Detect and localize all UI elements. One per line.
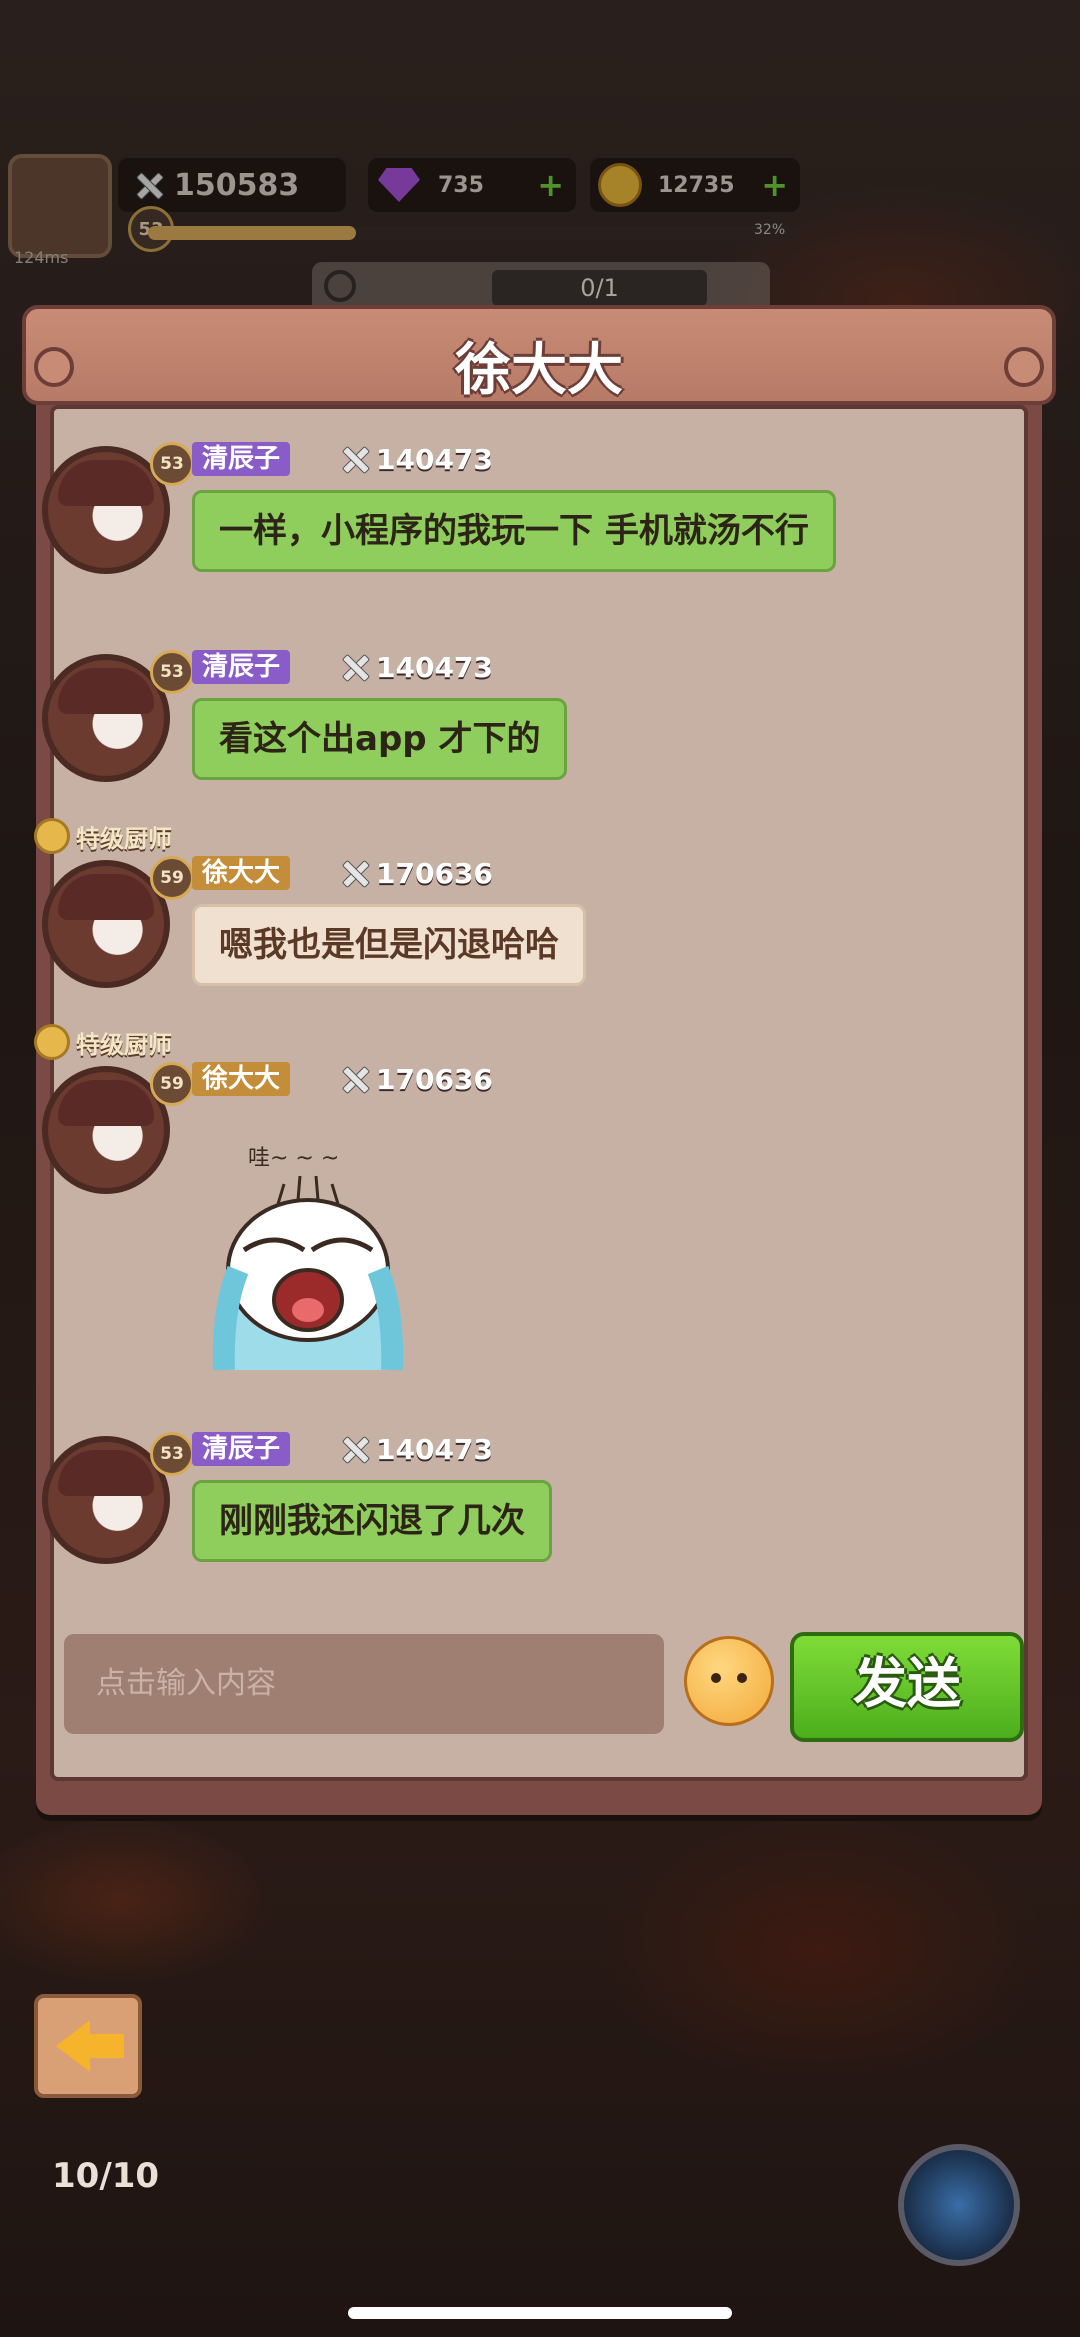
crying-face-icon	[212, 1175, 404, 1370]
sender-power: 140473	[340, 648, 493, 686]
sender-name: 徐大大	[192, 1062, 291, 1096]
back-arrow-icon	[56, 2020, 90, 2072]
level-badge: 53	[150, 1432, 194, 1476]
level-badge: 53	[150, 442, 194, 486]
power-value: 170636	[376, 856, 493, 890]
title-label: 特级厨师	[76, 824, 172, 853]
sender-power: 140473	[340, 1430, 493, 1468]
back-arrow-shaft	[86, 2034, 124, 2058]
message-bubble: 嗯我也是但是闪退哈哈	[192, 904, 586, 986]
swords-icon	[340, 1434, 370, 1464]
title-tag: 特级厨师	[34, 1024, 172, 1060]
message-bubble: 刚刚我还闪退了几次	[192, 1480, 552, 1562]
message-bubble: 看这个出app 才下的	[192, 698, 568, 780]
sender-power: 170636	[340, 854, 493, 892]
portal-icon[interactable]	[898, 2144, 1020, 2266]
level-badge: 53	[150, 650, 194, 694]
power-value: 140473	[376, 442, 493, 476]
swords-icon	[340, 858, 370, 888]
scroll-ornament-right-icon	[1004, 347, 1044, 387]
title-tag: 特级厨师	[34, 818, 172, 854]
sender-power: 140473	[340, 440, 493, 478]
sender-name: 清辰子	[192, 442, 291, 476]
sender-power: 170636	[340, 1060, 493, 1098]
chat-title: 徐大大	[455, 338, 623, 403]
party-count: 10/10	[52, 2156, 160, 2196]
level-badge: 59	[150, 1062, 194, 1106]
home-indicator[interactable]	[348, 2307, 732, 2319]
chat-message: 特级厨师 59 徐大大 170636 哇~ ~ ~	[34, 1024, 962, 1386]
sender-name: 清辰子	[192, 650, 291, 684]
medal-icon	[34, 818, 70, 854]
level-badge: 59	[150, 856, 194, 900]
power-value: 140473	[376, 650, 493, 684]
crying-sticker[interactable]: 哇~ ~ ~	[208, 1140, 408, 1370]
swords-icon	[340, 444, 370, 474]
swords-icon	[340, 652, 370, 682]
send-button[interactable]: 发送	[790, 1632, 1024, 1742]
message-bubble: 一样，小程序的我玩一下 手机就汤不行	[192, 490, 836, 572]
medal-icon	[34, 1024, 70, 1060]
title-label: 特级厨师	[76, 1030, 172, 1059]
emoji-button[interactable]	[684, 1636, 774, 1726]
back-button[interactable]	[34, 1994, 142, 2098]
sender-name: 清辰子	[192, 1432, 291, 1466]
power-value: 140473	[376, 1432, 493, 1466]
swords-icon	[340, 1064, 370, 1094]
power-value: 170636	[376, 1062, 493, 1096]
sticker-caption: 哇~ ~ ~	[248, 1146, 340, 1171]
sender-name: 徐大大	[192, 856, 291, 890]
message-input[interactable]: 点击输入内容	[64, 1634, 664, 1734]
chat-header: 徐大大	[22, 305, 1056, 405]
